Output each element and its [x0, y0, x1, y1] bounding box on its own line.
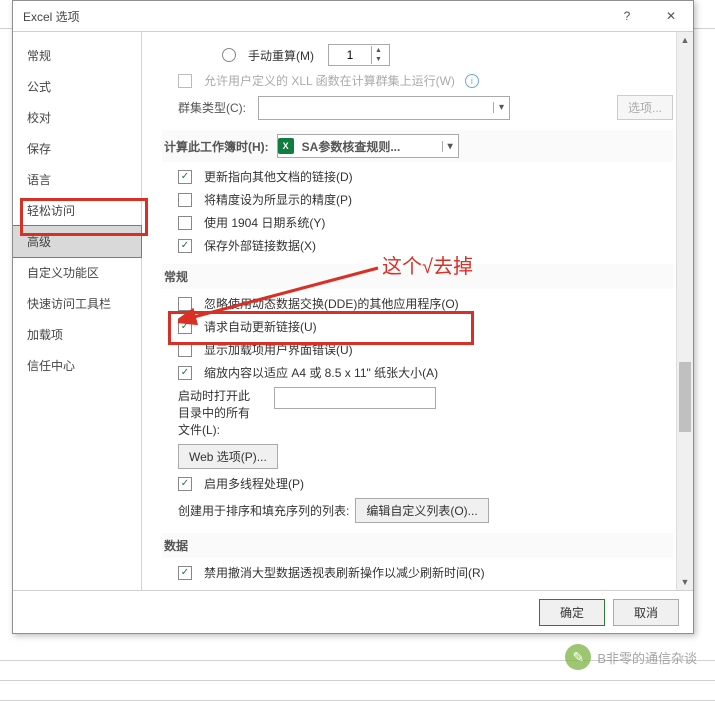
sidebar-item-save[interactable]: 保存	[13, 133, 141, 164]
checkbox-auto-update[interactable]	[178, 320, 192, 334]
input-startup-folder[interactable]	[274, 387, 436, 409]
web-options-button[interactable]: Web 选项(P)...	[178, 444, 278, 469]
cluster-options-button: 选项...	[617, 95, 673, 120]
scroll-up-icon: ▲	[677, 32, 693, 48]
label-addin-errors: 显示加载项用户界面错误(U)	[204, 341, 353, 358]
section-calc-workbook-label: 计算此工作簿时(H):	[164, 138, 269, 155]
spinner-input[interactable]	[329, 47, 371, 63]
close-button[interactable]: ✕	[649, 1, 693, 31]
spinner-arrows[interactable]: ▲▼	[371, 46, 385, 64]
label-ignore-dde: 忽略使用动态数据交换(DDE)的其他应用程序(O)	[204, 295, 459, 312]
section-calc-workbook: 计算此工作簿时(H): X SA参数核查规则... ▾	[162, 130, 673, 162]
sidebar-item-trust[interactable]: 信任中心	[13, 350, 141, 381]
cancel-button[interactable]: 取消	[613, 599, 679, 626]
checkbox-multithread[interactable]	[178, 477, 192, 491]
excel-file-icon: X	[278, 138, 294, 154]
dropdown-workbook[interactable]: X SA参数核查规则... ▾	[277, 134, 459, 158]
spinner-manual-count[interactable]: ▲▼	[328, 44, 390, 66]
titlebar: Excel 选项 ? ✕	[13, 1, 693, 32]
checkbox-update-links[interactable]	[178, 170, 192, 184]
chevron-down-icon: ▼	[372, 55, 385, 64]
sidebar: 常规 公式 校对 保存 语言 轻松访问 高级 自定义功能区 快速访问工具栏 加载…	[13, 32, 142, 590]
checkbox-disable-undo-pt[interactable]	[178, 566, 192, 580]
label-allow-xll: 允许用户定义的 XLL 函数在计算群集上运行(W)	[204, 72, 455, 89]
info-icon[interactable]: i	[465, 74, 479, 88]
sidebar-item-language[interactable]: 语言	[13, 164, 141, 195]
chevron-down-icon: ▾	[442, 141, 458, 152]
watermark: ✎ B非零的通信杂谈	[565, 644, 697, 670]
sidebar-item-ease[interactable]: 轻松访问	[13, 195, 141, 226]
dropdown-workbook-value: SA参数核查规则...	[296, 138, 442, 155]
radio-manual-recalc[interactable]	[222, 48, 236, 62]
label-cluster-type: 群集类型(C):	[178, 99, 246, 116]
sidebar-item-addins[interactable]: 加载项	[13, 319, 141, 350]
edit-custom-list-button[interactable]: 编辑自定义列表(O)...	[355, 498, 488, 523]
section-general: 常规	[162, 264, 673, 289]
section-data: 数据	[162, 533, 673, 558]
checkbox-1904[interactable]	[178, 216, 192, 230]
chevron-down-icon: ▾	[493, 102, 509, 113]
label-auto-update: 请求自动更新链接(U)	[204, 318, 317, 335]
sidebar-item-formulas[interactable]: 公式	[13, 71, 141, 102]
dialog-title: Excel 选项	[13, 8, 80, 25]
ok-button[interactable]: 确定	[539, 599, 605, 626]
checkbox-ignore-dde[interactable]	[178, 297, 192, 311]
sidebar-item-general[interactable]: 常规	[13, 40, 141, 71]
checkbox-allow-xll	[178, 74, 192, 88]
close-icon: ✕	[666, 9, 676, 23]
label-precision: 将精度设为所显示的精度(P)	[204, 191, 352, 208]
label-manual-recalc: 手动重算(M)	[248, 47, 314, 64]
help-button[interactable]: ?	[605, 1, 649, 31]
checkbox-save-ext[interactable]	[178, 239, 192, 253]
watermark-text: B非零的通信杂谈	[597, 648, 697, 667]
sidebar-item-qat[interactable]: 快速访问工具栏	[13, 288, 141, 319]
dialog-footer: 确定 取消	[13, 590, 693, 633]
scrollbar[interactable]: ▲ ▼	[676, 32, 693, 590]
chevron-up-icon: ▲	[372, 46, 385, 55]
label-multithread: 启用多线程处理(P)	[204, 475, 304, 492]
checkbox-scale-fit[interactable]	[178, 366, 192, 380]
sidebar-item-proofing[interactable]: 校对	[13, 102, 141, 133]
checkbox-addin-errors[interactable]	[178, 343, 192, 357]
scroll-thumb[interactable]	[679, 362, 691, 432]
label-disable-undo-pt: 禁用撤消大型数据透视表刷新操作以减少刷新时间(R)	[204, 564, 485, 581]
label-save-ext: 保存外部链接数据(X)	[204, 237, 316, 254]
label-1904: 使用 1904 日期系统(Y)	[204, 214, 325, 231]
checkbox-precision[interactable]	[178, 193, 192, 207]
label-custom-list: 创建用于排序和填充序列的列表:	[178, 502, 349, 519]
sidebar-item-customize-ribbon[interactable]: 自定义功能区	[13, 257, 141, 288]
sidebar-item-advanced[interactable]: 高级	[13, 225, 142, 258]
label-startup-folder: 启动时打开此 目录中的所有 文件(L):	[178, 387, 268, 438]
label-scale-fit: 缩放内容以适应 A4 或 8.5 x 11" 纸张大小(A)	[204, 364, 438, 381]
label-update-links: 更新指向其他文档的链接(D)	[204, 168, 353, 185]
dropdown-cluster-type[interactable]: ▾	[258, 96, 510, 120]
watermark-icon: ✎	[565, 644, 591, 670]
excel-options-dialog: Excel 选项 ? ✕ 常规 公式 校对 保存 语言 轻松访问 高级 自定义功…	[12, 0, 694, 634]
content-pane: 手动重算(M) ▲▼ 允许用户定义的 XLL 函数在计算群集上运行(W) i 群…	[142, 32, 693, 590]
help-icon: ?	[624, 9, 631, 23]
scroll-down-icon: ▼	[677, 574, 693, 590]
